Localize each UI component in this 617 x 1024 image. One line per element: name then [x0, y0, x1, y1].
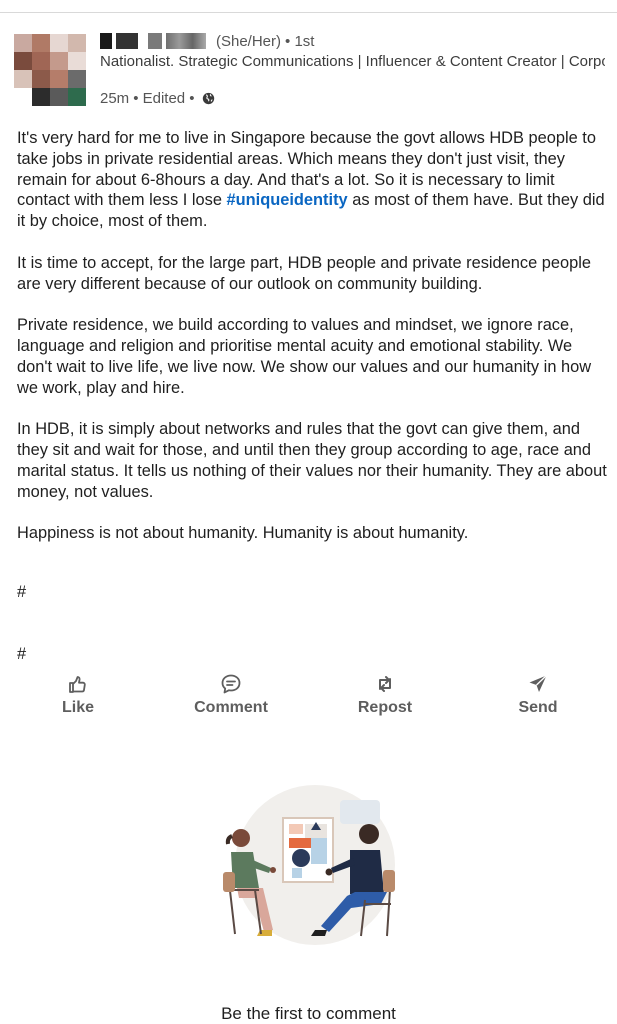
post-paragraph: Private residence, we build according to… [17, 316, 592, 397]
post-paragraph: Happiness is not about humanity. Humanit… [17, 524, 469, 543]
comment-button[interactable]: Comment [188, 672, 274, 717]
post-time: 25m [100, 90, 130, 107]
send-icon [529, 674, 547, 692]
repost-button[interactable]: Repost [350, 672, 420, 717]
comment-icon [221, 674, 241, 694]
send-button[interactable]: Send [510, 672, 566, 717]
repost-label: Repost [357, 699, 413, 716]
redacted-name [116, 33, 138, 49]
top-divider [0, 12, 617, 13]
send-label: Send [518, 699, 558, 716]
post-paragraph: It is time to accept, for the large part… [17, 253, 591, 293]
author-pronouns: (She/Her) [216, 32, 282, 50]
like-label: Like [61, 699, 94, 716]
hash-line: # [17, 645, 27, 663]
repost-icon [379, 676, 391, 692]
redacted-name [166, 33, 206, 49]
social-actions-bar: Like Comment Repost Send [0, 672, 617, 722]
post-paragraph: It's very hard for me to live in Singapo… [17, 128, 607, 232]
thumbs-up-icon [69, 676, 86, 693]
post-body: It's very hard for me to live in Singapo… [17, 128, 607, 565]
post-paragraph: In HDB, it is simply about networks and … [17, 420, 607, 501]
author-name[interactable]: (She/Her) • 1st [100, 30, 314, 52]
connection-degree: • 1st [285, 32, 315, 50]
redacted-name [100, 33, 112, 49]
like-button[interactable]: Like [55, 672, 101, 717]
empty-comments-text: Be the first to comment [221, 1004, 396, 1023]
hash-line: # [17, 583, 27, 601]
author-headline: Nationalist. Strategic Communications | … [100, 53, 605, 70]
post-meta: 25m • Edited • [100, 90, 215, 107]
redacted-name [148, 33, 162, 49]
comment-label: Comment [194, 699, 268, 716]
empty-comments-illustration [223, 785, 395, 945]
edited-label: • Edited • [133, 90, 195, 107]
globe-icon [202, 92, 214, 105]
author-avatar[interactable] [14, 34, 86, 106]
hashtag-link[interactable]: #uniqueidentity [227, 191, 348, 209]
